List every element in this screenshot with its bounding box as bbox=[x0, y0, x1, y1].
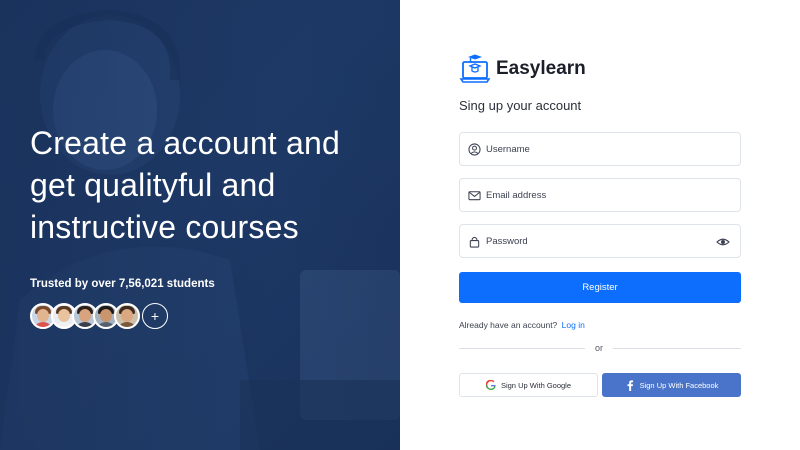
student-avatars: + bbox=[30, 303, 168, 329]
hero-title: Create a account and get qualityful and … bbox=[30, 125, 340, 245]
divider-line bbox=[459, 348, 585, 349]
facebook-button-label: Sign Up With Facebook bbox=[639, 380, 719, 390]
facebook-icon bbox=[625, 379, 635, 391]
avatar bbox=[114, 303, 140, 329]
password-field[interactable] bbox=[459, 224, 741, 258]
already-account-text: Already have an account? bbox=[459, 320, 558, 330]
or-divider: or bbox=[459, 343, 741, 355]
user-icon bbox=[467, 142, 481, 156]
eye-icon[interactable] bbox=[716, 235, 730, 249]
divider-text: or bbox=[595, 343, 604, 353]
google-icon bbox=[485, 380, 496, 390]
trusted-students-text: Trusted by over 7,56,021 students bbox=[30, 278, 215, 290]
register-button[interactable]: Register bbox=[459, 272, 741, 303]
more-students-button[interactable]: + bbox=[142, 303, 168, 329]
google-button-label: Sign Up With Google bbox=[500, 380, 572, 390]
email-input[interactable] bbox=[486, 179, 740, 211]
login-link[interactable]: Log in bbox=[562, 320, 585, 330]
brand: Easylearn bbox=[459, 53, 586, 85]
brand-name: Easylearn bbox=[496, 58, 586, 79]
lock-icon bbox=[467, 234, 481, 248]
email-field[interactable] bbox=[459, 178, 741, 212]
hero-panel: Create a account and get qualityful and … bbox=[0, 0, 400, 450]
google-signup-button[interactable]: Sign Up With Google bbox=[459, 373, 598, 397]
facebook-signup-button[interactable]: Sign Up With Facebook bbox=[602, 373, 741, 397]
form-subtitle: Sing up your account bbox=[459, 98, 582, 113]
laptop-graduation-cap-icon bbox=[459, 54, 491, 83]
mail-icon bbox=[467, 188, 481, 202]
password-input[interactable] bbox=[486, 225, 740, 257]
username-field[interactable] bbox=[459, 132, 741, 166]
username-input[interactable] bbox=[486, 133, 740, 165]
login-prompt: Already have an account? Log in bbox=[459, 320, 585, 330]
divider-line bbox=[613, 348, 741, 349]
